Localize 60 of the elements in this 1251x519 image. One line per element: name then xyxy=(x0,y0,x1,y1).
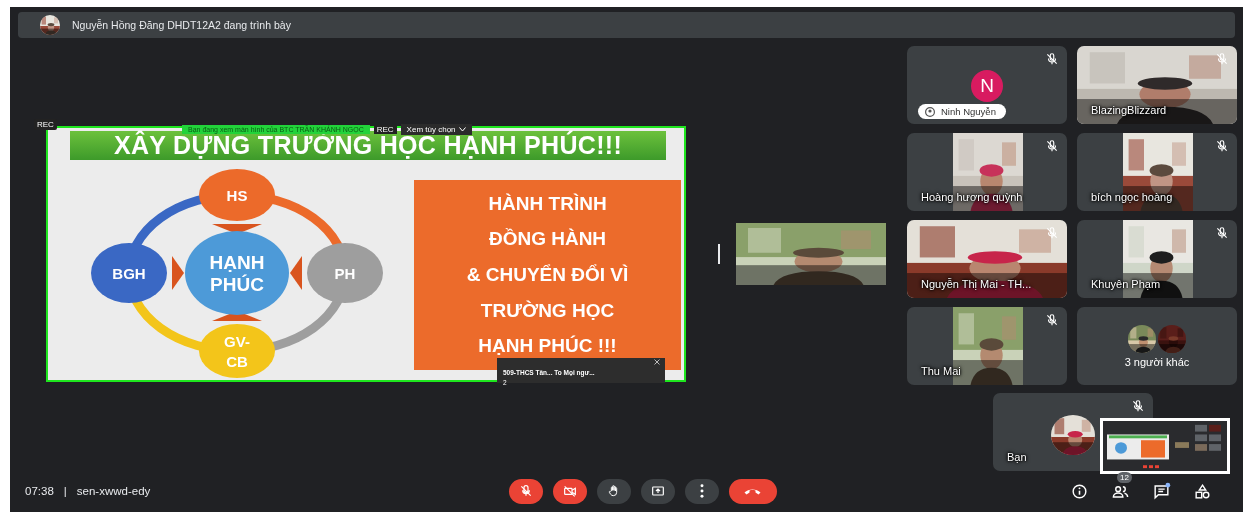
muted-mic-icon xyxy=(1215,52,1229,66)
participant-tile[interactable]: Hoàng hương quỳnh xyxy=(907,133,1067,211)
chevron-icon xyxy=(458,127,466,132)
arrow-icon xyxy=(290,256,302,290)
avatar: N xyxy=(971,70,1003,102)
slide-text-line: ĐỒNG HÀNH xyxy=(488,228,607,251)
slide-text-line: HẠNH PHÚC !!! xyxy=(478,335,617,358)
participant-name: bích ngọc hoàng xyxy=(1091,191,1173,203)
others-count: 3 người khác xyxy=(1123,356,1191,368)
leave-call-button[interactable] xyxy=(728,478,777,504)
participant-name: Thu Mai xyxy=(921,365,961,377)
presenter-notice: Nguyễn Hồng Đăng DHDT12A2 đang trình bày xyxy=(72,19,291,31)
muted-mic-icon xyxy=(1215,139,1229,153)
participant-name: Bạn xyxy=(1007,451,1027,463)
diagram-node: HẠNH PHÚC xyxy=(185,231,289,315)
muted-mic-icon xyxy=(1045,313,1059,327)
close-icon[interactable] xyxy=(654,359,660,365)
participant-tile[interactable]: bích ngọc hoàng xyxy=(1077,133,1237,211)
participant-tile[interactable]: 3 người khác xyxy=(1077,307,1237,385)
participant-tile[interactable]: BlazingBlizzard xyxy=(1077,46,1237,124)
participant-name: Nguyễn Thị Mai - TH... xyxy=(921,278,1032,290)
present-screen-icon xyxy=(649,483,666,499)
muted-mic-icon xyxy=(1215,226,1229,240)
rec-badge: REC xyxy=(34,119,57,130)
camera-off-icon xyxy=(561,483,578,499)
info-icon[interactable] xyxy=(1070,481,1089,501)
participant-name: Ninh Nguyễn xyxy=(918,104,1006,119)
diagram-node: GV- CB xyxy=(199,324,275,378)
muted-mic-icon xyxy=(1045,52,1059,66)
participant-tile[interactable]: Nguyễn Thị Mai - TH... xyxy=(907,220,1067,298)
more-options-button[interactable] xyxy=(684,478,719,504)
chat-icon[interactable] xyxy=(1152,481,1171,501)
muted-mic-icon xyxy=(1045,139,1059,153)
camera-button[interactable] xyxy=(552,478,587,504)
raise-hand-button[interactable] xyxy=(596,478,631,504)
activities-icon[interactable] xyxy=(1193,481,1212,501)
participant-name: Hoàng hương quỳnh xyxy=(921,191,1023,203)
muted-mic-icon xyxy=(1045,226,1059,240)
microphone-button[interactable] xyxy=(508,478,543,504)
phone-icon xyxy=(744,487,761,495)
view-options-button[interactable]: Xem tùy chọn xyxy=(400,124,472,135)
meeting-code: sen-xwwd-edy xyxy=(76,485,151,497)
separator: | xyxy=(63,485,67,497)
slide-text-line: HÀNH TRÌNH xyxy=(488,192,607,215)
diagram-node: PH xyxy=(307,243,383,303)
present-button[interactable] xyxy=(640,478,675,504)
participant-tile[interactable]: Thu Mai xyxy=(907,307,1067,385)
arrow-icon xyxy=(172,256,184,290)
muted-mic-icon xyxy=(1131,399,1145,413)
participant-tile[interactable]: N Ninh Nguyễn xyxy=(907,46,1067,124)
meeting-time: 07:38 xyxy=(25,485,54,497)
participant-name: BlazingBlizzard xyxy=(1091,104,1167,116)
diagram-node: HS xyxy=(199,169,275,221)
person-icon xyxy=(925,106,935,117)
arrow-icon xyxy=(212,224,262,234)
rec-badge: REC xyxy=(373,125,397,134)
slide-text-line: & CHUYỂN ĐỔI VÌ xyxy=(466,264,629,286)
more-icon xyxy=(699,484,704,498)
slide-text-line: TRƯỜNG HỌC xyxy=(480,299,615,322)
diagram-node: BGH xyxy=(91,243,167,303)
